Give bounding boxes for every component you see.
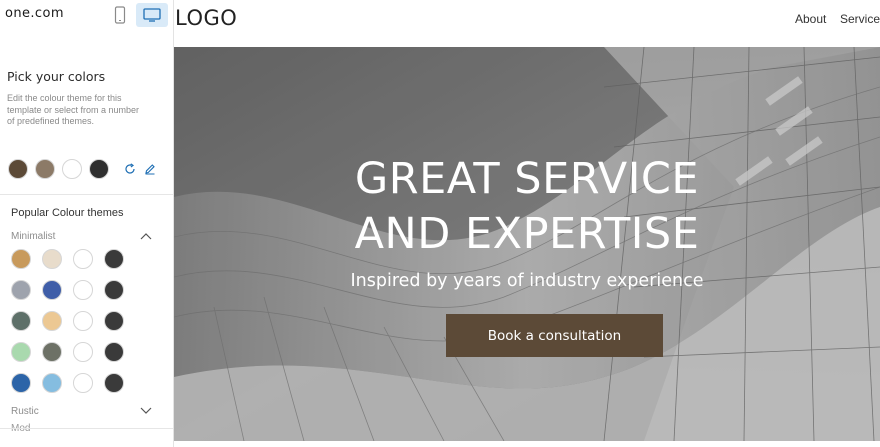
sidebar-bottom-divider (0, 428, 173, 429)
theme-swatch (42, 311, 62, 331)
theme-group-label: Minimalist (11, 230, 56, 242)
theme-group-label: Rustic (11, 405, 39, 417)
current-color-swatch[interactable] (8, 159, 28, 179)
theme-swatch (42, 280, 62, 300)
desktop-view-button[interactable] (136, 3, 168, 27)
theme-swatch (73, 280, 93, 300)
mobile-phone-icon (114, 6, 126, 24)
pick-colors-title: Pick your colors (7, 69, 106, 84)
hero-title-line-1: GREAT SERVICE (354, 154, 700, 204)
theme-group-minimalist[interactable]: Minimalist (11, 229, 152, 243)
pencil-icon[interactable] (143, 162, 157, 176)
theme-swatch (73, 342, 93, 362)
book-consultation-button[interactable]: Book a consultation (446, 314, 663, 357)
nav-link-services[interactable]: Services (840, 12, 880, 26)
site-preview: LOGO About Services (174, 0, 880, 447)
current-colors-row (8, 159, 157, 179)
theme-option[interactable] (11, 311, 135, 331)
theme-swatch (11, 373, 31, 393)
theme-option[interactable] (11, 373, 135, 393)
theme-swatch (11, 311, 31, 331)
hero-title-line-2: AND EXPERTISE (354, 209, 700, 259)
theme-swatch (104, 311, 124, 331)
refresh-icon[interactable] (123, 162, 137, 176)
popular-themes-title: Popular Colour themes (11, 207, 124, 219)
theme-option[interactable] (11, 342, 135, 362)
brand-logo: one.com (5, 6, 64, 21)
chevron-down-icon (140, 407, 152, 414)
theme-group-rustic[interactable]: Rustic (11, 404, 152, 418)
theme-option[interactable] (11, 249, 135, 269)
chevron-up-icon (140, 233, 152, 240)
hero-section: GREAT SERVICE AND EXPERTISE Inspired by … (174, 47, 880, 441)
pick-colors-description: Edit the colour theme for this template … (7, 93, 140, 126)
theme-swatch (42, 342, 62, 362)
theme-option[interactable] (11, 280, 135, 300)
theme-swatch (42, 373, 62, 393)
current-color-swatch[interactable] (62, 159, 82, 179)
preview-bottom-strip (174, 441, 880, 447)
theme-swatch (104, 280, 124, 300)
current-color-swatch[interactable] (89, 159, 109, 179)
theme-swatch (73, 373, 93, 393)
desktop-monitor-icon (143, 8, 161, 22)
site-header: LOGO About Services (174, 0, 880, 47)
theme-swatch (104, 249, 124, 269)
hero-subtitle: Inspired by years of industry experience (350, 271, 704, 291)
sidebar-divider (0, 194, 173, 195)
theme-swatch (11, 280, 31, 300)
color-sidebar: one.com Pick your colors Edit the colour… (0, 0, 174, 447)
theme-swatch (11, 342, 31, 362)
site-logo[interactable]: LOGO (175, 6, 237, 30)
current-color-swatch[interactable] (35, 159, 55, 179)
theme-swatch (73, 311, 93, 331)
theme-swatch (104, 373, 124, 393)
nav-link-about[interactable]: About (795, 12, 826, 26)
theme-swatch (104, 342, 124, 362)
mobile-view-button[interactable] (104, 3, 136, 27)
theme-swatch (73, 249, 93, 269)
theme-swatch (11, 249, 31, 269)
theme-swatch (42, 249, 62, 269)
